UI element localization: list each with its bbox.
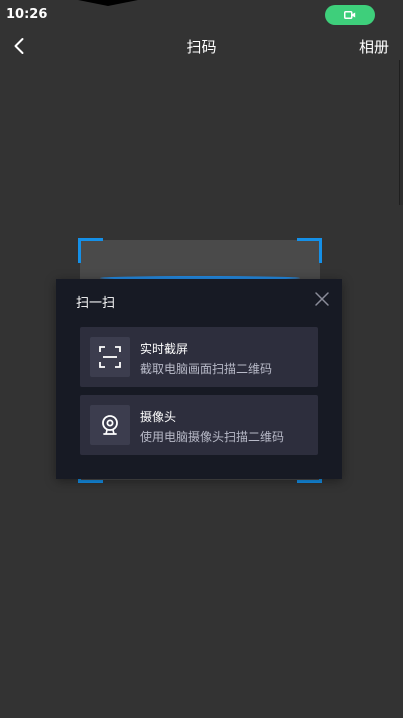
scan-corner-top-right	[297, 238, 322, 263]
option-icon-box	[90, 337, 130, 377]
dialog-title: 扫一扫	[76, 296, 116, 311]
page-title: 扫码	[186, 38, 217, 56]
scan-screen: 10:26 扫码 相册 扫一扫 实时截屏 截取电脑画面扫描二维码 摄像头 使用电…	[0, 0, 403, 718]
notch	[78, 0, 138, 6]
scan-corner-top-left	[78, 238, 103, 263]
option-title: 实时截屏	[140, 342, 189, 356]
screenshot-scan-icon	[99, 346, 121, 368]
status-bar: 10:26	[0, 0, 403, 30]
scan-source-dialog: 扫一扫 实时截屏 截取电脑画面扫描二维码 摄像头 使用电脑摄像头扫描二维码	[56, 279, 342, 479]
screen-record-indicator[interactable]	[325, 5, 375, 25]
option-camera[interactable]: 摄像头 使用电脑摄像头扫描二维码	[80, 395, 318, 455]
album-button[interactable]: 相册	[359, 36, 389, 57]
option-title: 摄像头	[140, 410, 177, 424]
status-time: 10:26	[6, 7, 48, 22]
option-subtitle: 使用电脑摄像头扫描二维码	[140, 430, 285, 444]
nav-bar: 扫码 相册	[0, 30, 403, 62]
close-button[interactable]	[314, 291, 330, 307]
option-realtime-screenshot[interactable]: 实时截屏 截取电脑画面扫描二维码	[80, 327, 318, 387]
video-camera-icon	[344, 11, 356, 19]
edge-divider	[399, 60, 403, 205]
camera-icon	[102, 415, 118, 435]
option-subtitle: 截取电脑画面扫描二维码	[140, 362, 273, 376]
close-icon	[315, 292, 329, 306]
option-icon-box	[90, 405, 130, 445]
